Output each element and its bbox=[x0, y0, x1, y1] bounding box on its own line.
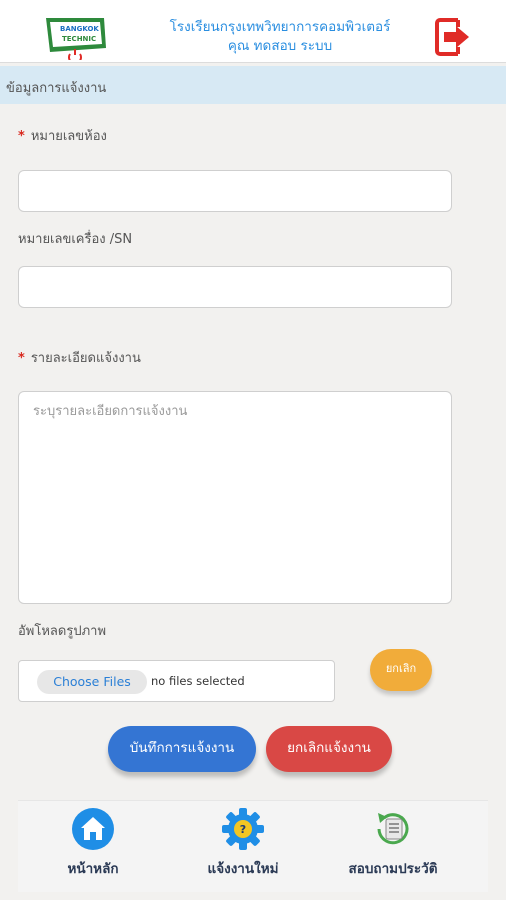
school-logo: BANGKOK TECHNIC bbox=[44, 14, 110, 65]
nav-new-report[interactable]: ? แจ้งงานใหม่ bbox=[168, 801, 318, 893]
app-header: BANGKOK TECHNIC โรงเรียนกรุงเทพวิทยาการค… bbox=[0, 0, 506, 65]
gear-icon: ? bbox=[222, 808, 264, 850]
machine-input[interactable] bbox=[19, 267, 451, 307]
logout-icon bbox=[435, 18, 469, 56]
cancel-button[interactable]: ยกเลิกแจ้งงาน bbox=[266, 726, 392, 772]
machine-field[interactable] bbox=[18, 266, 452, 308]
school-name: โรงเรียนกรุงเทพวิทยาการคอมพิวเตอร์ bbox=[169, 19, 391, 35]
required-mark: * bbox=[18, 351, 25, 366]
nav-home[interactable]: หน้าหลัก bbox=[18, 801, 168, 893]
upload-label: อัพโหลดรูปภาพ bbox=[18, 624, 107, 639]
required-mark: * bbox=[18, 129, 25, 144]
section-title: ข้อมูลการแจ้งงาน bbox=[6, 81, 107, 96]
bottom-nav: หน้าหลัก ? แจ้งงานใหม่ สอบถามประวัติ bbox=[18, 800, 488, 892]
choose-files-button[interactable]: Choose Files bbox=[37, 670, 147, 694]
room-field[interactable] bbox=[18, 170, 452, 212]
svg-text:?: ? bbox=[240, 823, 246, 836]
detail-textarea[interactable] bbox=[19, 392, 451, 603]
nav-new-report-label: แจ้งงานใหม่ bbox=[207, 861, 279, 877]
section-header: ข้อมูลการแจ้งงาน bbox=[0, 66, 506, 104]
room-label-row: * หมายเลขห้อง bbox=[18, 125, 107, 146]
detail-label-row: * รายละเอียดแจ้งงาน bbox=[18, 347, 141, 368]
user-name: คุณ ทดสอบ ระบบ bbox=[227, 38, 333, 54]
detail-label: รายละเอียดแจ้งงาน bbox=[30, 351, 141, 366]
school-title: โรงเรียนกรุงเทพวิทยาการคอมพิวเตอร์ คุณ ท… bbox=[130, 18, 430, 56]
history-icon bbox=[377, 813, 409, 845]
machine-label: หมายเลขเครื่อง /SN bbox=[18, 232, 133, 247]
logo-text-bottom: TECHNIC bbox=[62, 35, 96, 43]
file-upload[interactable]: Choose Files no files selected bbox=[18, 660, 335, 702]
room-input[interactable] bbox=[19, 171, 451, 211]
logout-button[interactable] bbox=[434, 14, 472, 60]
cancel-upload-button[interactable]: ยกเลิก bbox=[370, 649, 432, 691]
home-icon bbox=[72, 808, 114, 850]
room-label: หมายเลขห้อง bbox=[30, 129, 107, 144]
nav-home-label: หน้าหลัก bbox=[67, 861, 119, 877]
file-status: no files selected bbox=[151, 674, 245, 688]
nav-history-label: สอบถามประวัติ bbox=[348, 861, 438, 877]
logo-text-top: BANGKOK bbox=[60, 25, 99, 33]
detail-field[interactable] bbox=[18, 391, 452, 604]
save-button[interactable]: บันทึกการแจ้งงาน bbox=[108, 726, 256, 772]
nav-history[interactable]: สอบถามประวัติ bbox=[318, 801, 468, 893]
